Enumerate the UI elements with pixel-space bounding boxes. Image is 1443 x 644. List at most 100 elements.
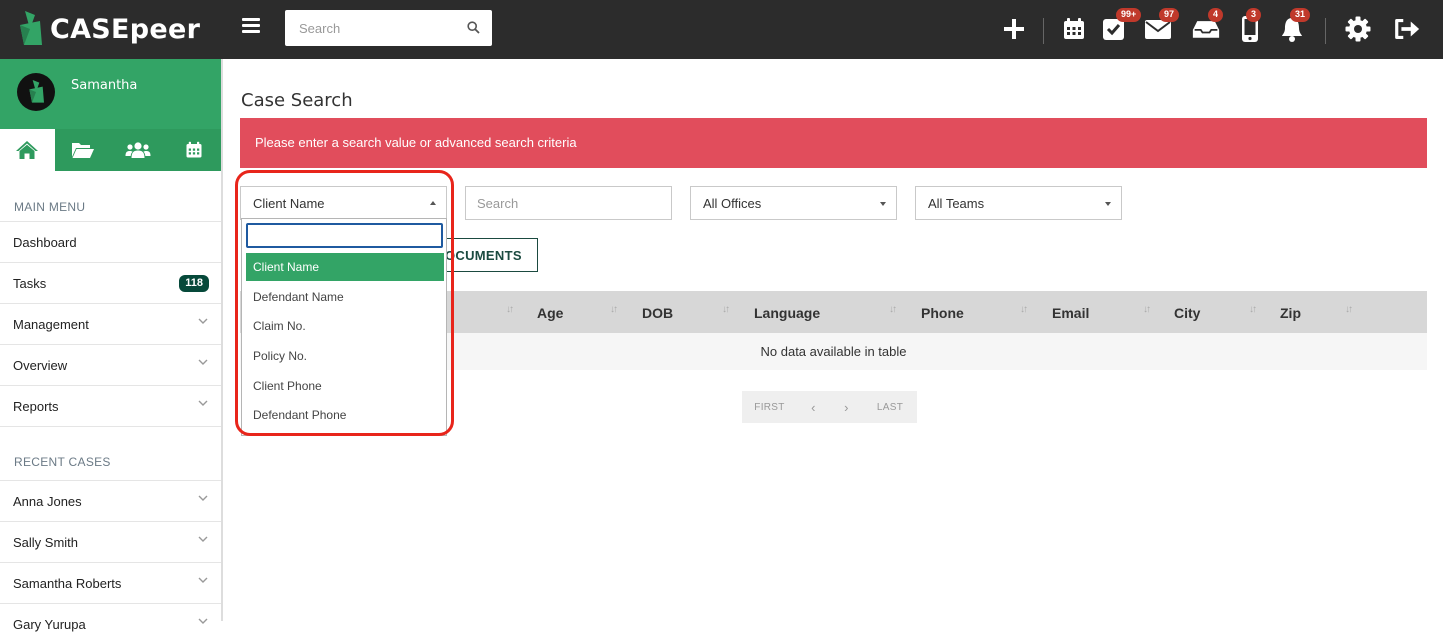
tab-calendar[interactable]	[166, 129, 221, 171]
chevron-down-icon	[198, 577, 208, 583]
column-header-city[interactable]: City	[1174, 305, 1200, 321]
inbox-badge: 4	[1208, 8, 1224, 22]
users-icon	[125, 142, 151, 158]
casepeer-logo-icon	[29, 80, 44, 103]
recent-case-item[interactable]: Samantha Roberts	[0, 562, 221, 603]
prev-page-button[interactable]: ‹	[797, 391, 830, 423]
phone-badge: 3	[1246, 8, 1262, 22]
mail-badge: 97	[1159, 8, 1180, 22]
last-page-button[interactable]: LAST	[863, 391, 917, 423]
caret-down-icon	[880, 202, 886, 206]
dropdown-option-policy-no[interactable]: Policy No.	[246, 342, 444, 370]
bell-icon[interactable]: 31	[1278, 8, 1311, 43]
dropdown-option-claim-no[interactable]: Claim No.	[246, 312, 444, 340]
sort-icon[interactable]: ↓↑	[889, 304, 897, 315]
documents-button-label: OCUMENTS	[445, 248, 522, 263]
teams-value: All Teams	[928, 196, 985, 211]
search-type-dropdown: Client Name Defendant Name Claim No. Pol…	[241, 218, 447, 436]
tab-cases[interactable]	[55, 129, 111, 171]
dropdown-option-client-name[interactable]: Client Name	[246, 253, 444, 281]
sidebar-item-management[interactable]: Management	[0, 303, 221, 344]
notifications-badge: 31	[1290, 8, 1311, 22]
sidebar-item-label: Dashboard	[13, 234, 77, 250]
hamburger-menu-icon[interactable]	[242, 18, 260, 34]
user-profile: Samantha	[0, 59, 221, 129]
recent-case-item[interactable]: Sally Smith	[0, 521, 221, 562]
inbox-icon[interactable]: 4	[1192, 8, 1224, 43]
column-header-email[interactable]: Email	[1052, 305, 1089, 321]
sort-icon[interactable]: ↓↑	[1020, 304, 1028, 315]
sort-icon[interactable]: ↓↑	[1345, 304, 1353, 315]
phone-icon[interactable]: 3	[1236, 8, 1264, 43]
chevron-down-icon	[198, 400, 208, 406]
sidebar-item-overview[interactable]: Overview	[0, 344, 221, 385]
sidebar-item-label: Tasks	[13, 275, 47, 291]
app-name: CASEpeer	[50, 13, 201, 45]
sidebar-item-label: Reports	[13, 398, 59, 414]
caret-up-icon	[430, 201, 436, 205]
logout-icon[interactable]	[1393, 15, 1421, 43]
column-header-language[interactable]: Language	[754, 305, 820, 321]
main-menu-title: MAIN MENU	[14, 200, 86, 214]
sidebar-item-reports[interactable]: Reports	[0, 385, 221, 426]
column-header-zip[interactable]: Zip	[1280, 305, 1301, 321]
add-icon[interactable]	[1000, 15, 1028, 43]
offices-select[interactable]: All Offices	[690, 186, 897, 220]
sidebar-item-label: Overview	[13, 357, 68, 373]
offices-value: All Offices	[703, 196, 762, 211]
column-header-age[interactable]: Age	[537, 305, 563, 321]
search-icon[interactable]	[467, 21, 480, 34]
chevron-down-icon	[198, 495, 208, 501]
global-search-input[interactable]	[285, 10, 455, 46]
dropdown-option-defendant-phone[interactable]: Defendant Phone	[246, 401, 444, 429]
sort-icon[interactable]: ↓↑	[610, 304, 618, 315]
sort-icon[interactable]: ↓↑	[722, 304, 730, 315]
chevron-down-icon	[198, 359, 208, 365]
avatar[interactable]	[17, 73, 55, 111]
dropdown-option-client-phone[interactable]: Client Phone	[246, 372, 444, 400]
column-header-phone[interactable]: Phone	[921, 305, 964, 321]
search-type-select[interactable]: Client Name	[240, 186, 447, 220]
casepeer-logo-icon	[20, 11, 42, 45]
calendar-icon[interactable]	[1060, 15, 1088, 43]
pagination: FIRST ‹ › LAST	[742, 391, 917, 423]
recent-case-item[interactable]: Anna Jones	[0, 480, 221, 521]
teams-select[interactable]: All Teams	[915, 186, 1122, 220]
tab-home[interactable]	[0, 129, 55, 171]
sidebar: Samantha MAIN MENU Dashboard Tasks 118 M…	[0, 59, 223, 632]
column-header-dob[interactable]: DOB	[642, 305, 673, 321]
tab-contacts[interactable]	[111, 129, 167, 171]
first-page-button[interactable]: FIRST	[742, 391, 797, 423]
sidebar-item-dashboard[interactable]: Dashboard	[0, 221, 221, 262]
app-logo[interactable]: CASEpeer	[18, 9, 200, 49]
case-search-input[interactable]	[465, 186, 672, 220]
recent-case-label: Anna Jones	[13, 493, 82, 509]
recent-case-item[interactable]: Gary Yurupa	[0, 603, 221, 644]
dropdown-search-input[interactable]	[246, 223, 443, 248]
search-type-value: Client Name	[253, 196, 325, 211]
top-bar: CASEpeer 99+ 97	[0, 0, 1443, 59]
tasks-count-badge: 118	[179, 274, 209, 292]
chevron-down-icon	[198, 536, 208, 542]
mail-icon[interactable]: 97	[1144, 8, 1180, 43]
home-icon	[16, 141, 39, 159]
recent-case-label: Gary Yurupa	[13, 616, 86, 632]
sort-icon[interactable]: ↓↑	[1143, 304, 1151, 315]
alert-message: Please enter a search value or advanced …	[240, 118, 1427, 168]
sort-icon[interactable]: ↓↑	[506, 304, 514, 315]
recent-case-label: Samantha Roberts	[13, 575, 122, 591]
sidebar-item-tasks[interactable]: Tasks 118	[0, 262, 221, 303]
next-page-button[interactable]: ›	[830, 391, 863, 423]
sort-icon[interactable]: ↓↑	[1249, 304, 1257, 315]
gear-icon[interactable]	[1344, 15, 1372, 43]
global-search	[285, 10, 492, 46]
calendar-icon	[186, 141, 202, 158]
user-name: Samantha	[71, 78, 138, 93]
sidebar-item-label: Management	[13, 316, 89, 332]
tasks-icon[interactable]: 99+	[1100, 8, 1142, 43]
page-title: Case Search	[241, 90, 353, 111]
dropdown-option-defendant-name[interactable]: Defendant Name	[246, 283, 444, 311]
folder-open-icon	[71, 143, 94, 158]
recent-case-label: Sally Smith	[13, 534, 79, 550]
toolbar-divider	[1325, 18, 1326, 44]
